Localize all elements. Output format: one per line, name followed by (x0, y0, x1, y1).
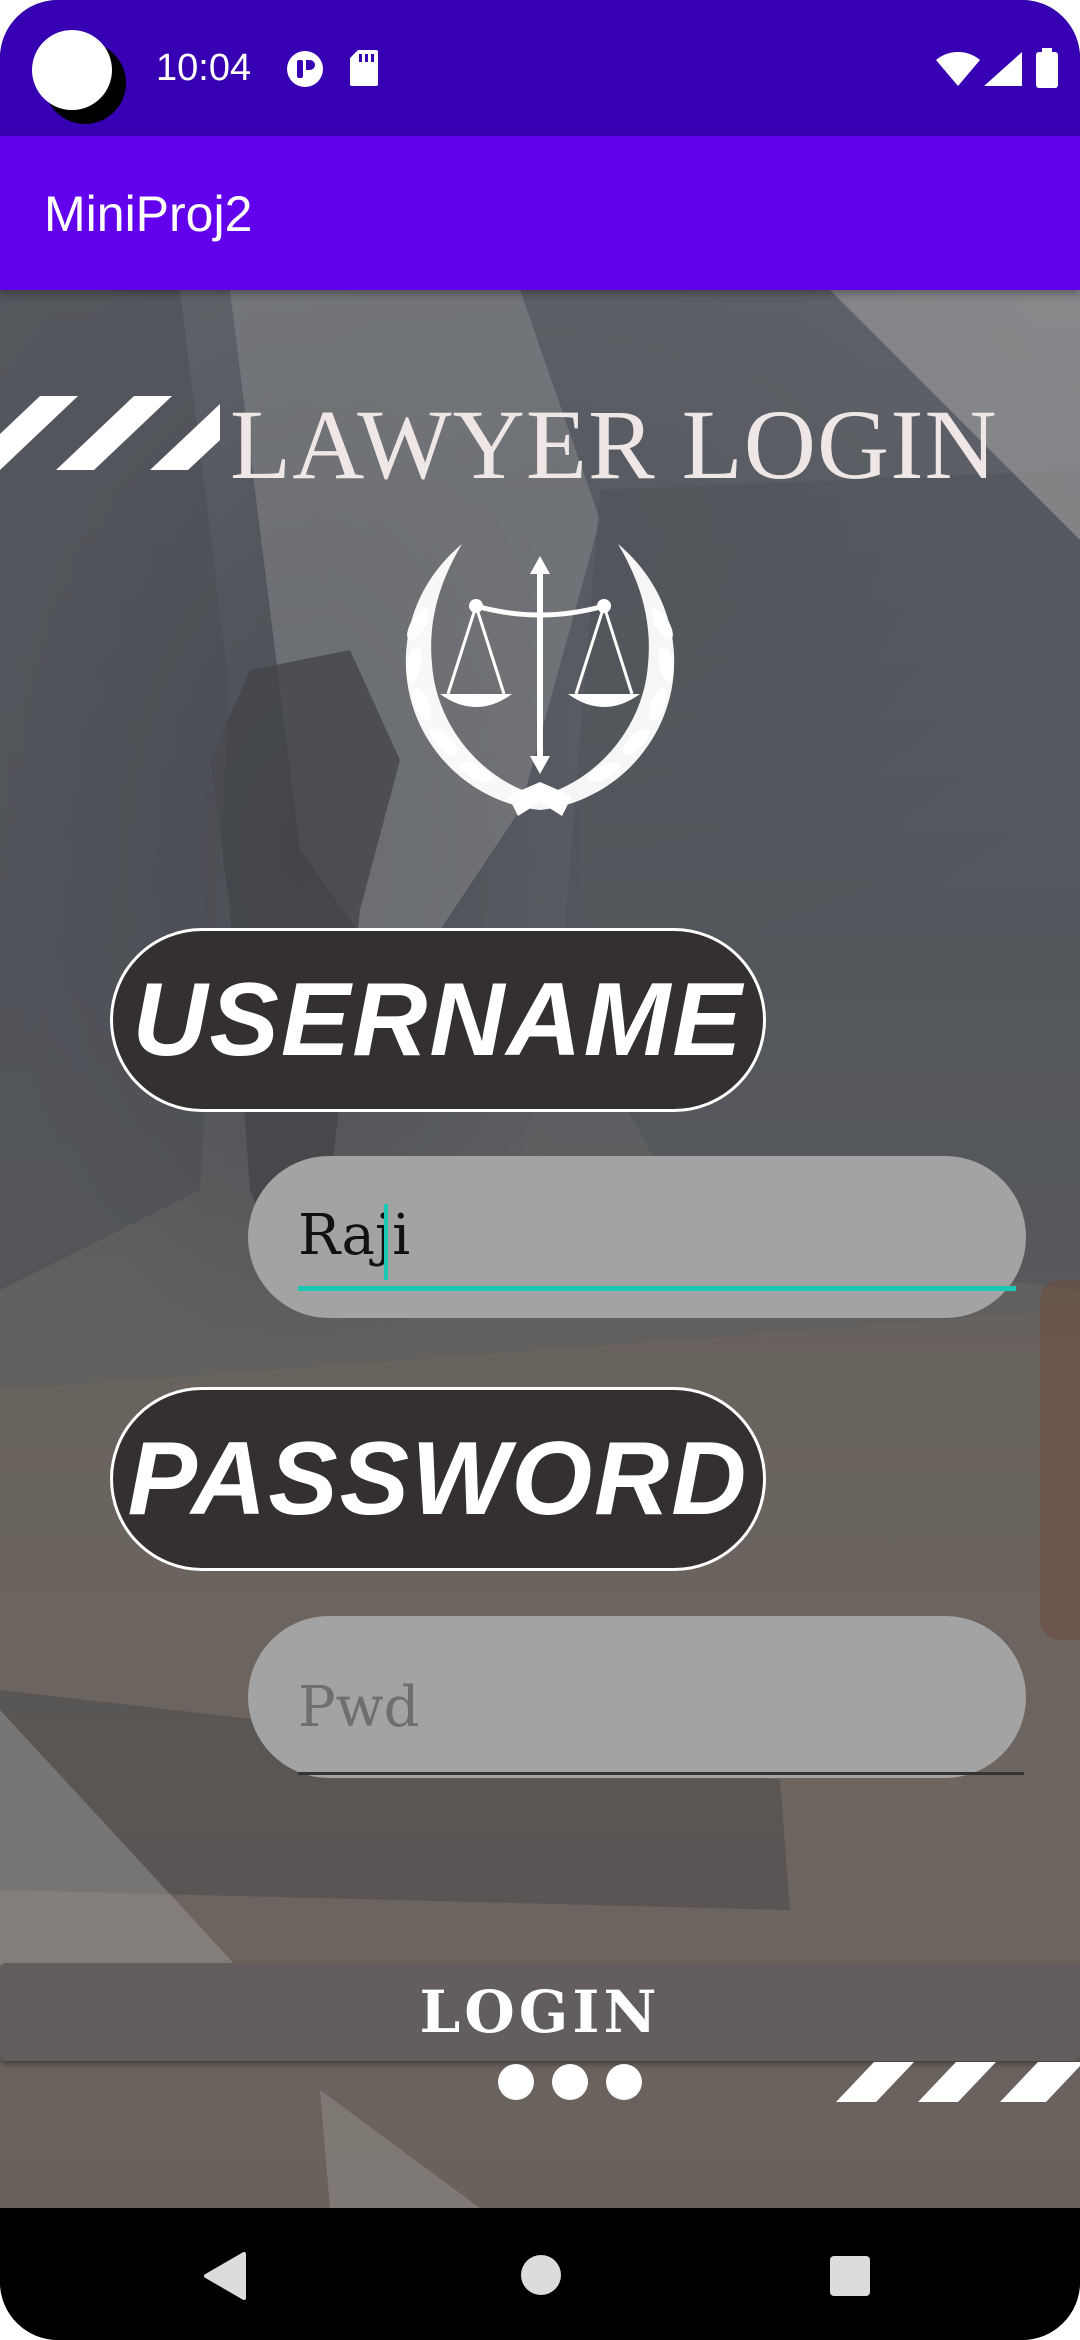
navigation-bar (0, 2208, 1080, 2340)
username-input-value: Raji (298, 1203, 411, 1268)
home-icon[interactable] (520, 2254, 562, 2296)
screen-title: LAWYER LOGIN (230, 389, 998, 500)
login-button-label: LOGIN (419, 1978, 661, 2046)
cell-signal-icon (984, 52, 1022, 86)
ellipsis-dots-icon (498, 2064, 648, 2100)
phone-screen: 10:04 MiniProj2 LAWYER LOGIN USERNAME Ra… (0, 0, 1080, 2340)
username-input[interactable]: Raji (248, 1156, 1026, 1318)
camera-cutout (32, 30, 126, 124)
text-caret (384, 1204, 388, 1280)
login-content: LAWYER LOGIN USERNAME Raji PASSWORD Pwd … (0, 290, 1080, 2208)
app-notification-icon (287, 51, 323, 87)
login-button[interactable]: LOGIN (0, 1963, 1080, 2061)
decorative-stripes-icon (836, 2062, 1080, 2102)
sd-card-icon (350, 50, 378, 86)
password-input-underline (298, 1772, 1024, 1775)
password-input-placeholder: Pwd (298, 1675, 420, 1740)
username-label-text: USERNAME (132, 961, 744, 1078)
recents-icon[interactable] (830, 2256, 870, 2296)
app-bar: MiniProj2 (0, 136, 1080, 290)
status-time: 10:04 (156, 47, 252, 89)
password-input[interactable]: Pwd (248, 1616, 1026, 1778)
username-label: USERNAME (110, 928, 766, 1112)
scales-of-justice-icon (405, 544, 675, 816)
password-label-text: PASSWORD (127, 1420, 749, 1537)
wifi-icon (936, 52, 980, 86)
battery-icon (1036, 48, 1058, 88)
back-icon[interactable] (202, 2252, 246, 2300)
app-title: MiniProj2 (44, 186, 253, 242)
password-label: PASSWORD (110, 1387, 766, 1571)
status-bar: 10:04 (0, 0, 1080, 136)
decorative-stripes-icon (0, 396, 220, 470)
username-input-underline (298, 1286, 1016, 1291)
